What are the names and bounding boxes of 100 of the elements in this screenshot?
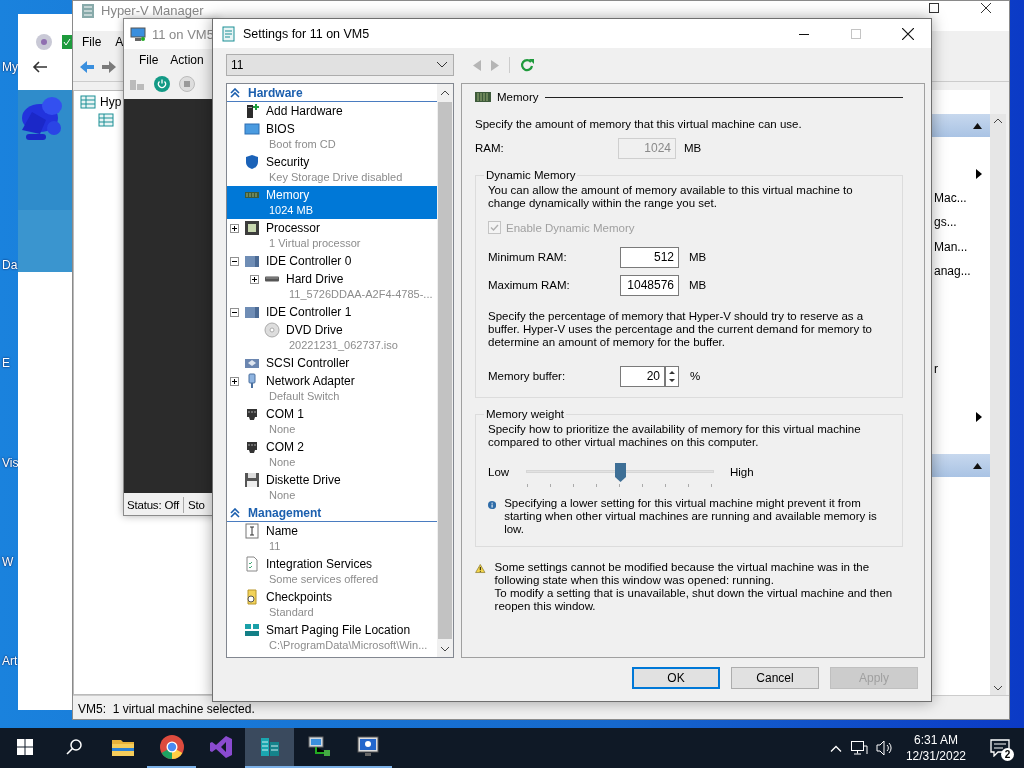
actions-pane-entry[interactable]: gs... bbox=[934, 215, 957, 230]
input-field[interactable]: 512 bbox=[620, 246, 679, 268]
item-title: Name bbox=[266, 524, 298, 538]
item-detail: None bbox=[268, 423, 297, 437]
slider-track[interactable] bbox=[526, 463, 714, 489]
chevron-up-icon[interactable] bbox=[829, 744, 842, 752]
description: You can allow the amount of memory available to this virtual machine to change dynamically within the range you set. bbox=[488, 184, 854, 210]
window-title: Hyper-V Manager bbox=[101, 3, 204, 18]
tree-item[interactable]: Hyp bbox=[100, 95, 122, 109]
description: Specify how to prioritize the availability of memory for this virtual machine compared to other virtual machines on this computer. bbox=[488, 423, 862, 449]
notification-icon[interactable] bbox=[990, 739, 1010, 757]
refresh-icon[interactable] bbox=[520, 58, 534, 72]
menu-item[interactable]: Action bbox=[170, 53, 204, 67]
dialog-button[interactable]: OK bbox=[632, 667, 720, 689]
chevron-down-icon bbox=[437, 62, 447, 68]
computer-icon bbox=[130, 26, 146, 42]
desktop-icon-label: Art bbox=[2, 654, 18, 668]
tree-item[interactable]: IDE Controller 0 bbox=[227, 252, 437, 270]
tree-item[interactable]: Memory 1024 MB bbox=[227, 186, 437, 219]
section-header[interactable]: Hardware bbox=[227, 84, 437, 102]
input-field[interactable]: 20 bbox=[620, 365, 665, 387]
field-label: Minimum RAM: bbox=[488, 251, 568, 263]
unit-label: MB bbox=[689, 251, 707, 263]
actions-header[interactable] bbox=[929, 114, 990, 137]
tree-item[interactable]: COM 2 None bbox=[227, 438, 437, 471]
tree-item[interactable]: Network Adapter Default Switch bbox=[227, 372, 437, 405]
dialog-button[interactable]: Cancel bbox=[731, 667, 819, 689]
item-detail: Boot from CD bbox=[268, 138, 336, 152]
menu-item[interactable]: File bbox=[82, 35, 102, 49]
tree-item[interactable]: Hard Drive 11_5726DDAA-A2F4-4785-... bbox=[227, 270, 437, 303]
submenu-arrow-icon bbox=[976, 412, 982, 423]
item-title: BIOS bbox=[266, 122, 295, 136]
computer-plus-icon bbox=[244, 103, 260, 119]
close-icon[interactable] bbox=[981, 3, 991, 13]
screen-icon bbox=[244, 121, 260, 137]
tree-item[interactable]: Processor 1 Virtual processor bbox=[227, 219, 437, 252]
scrollbar[interactable] bbox=[990, 114, 1006, 695]
warning-text: To modify a setting that is unavailable, shut down the virtual machine and then reopen this window. bbox=[494, 587, 894, 613]
chevron-up-icon bbox=[441, 89, 449, 95]
expand-box-icon[interactable] bbox=[250, 274, 259, 284]
network-icon[interactable] bbox=[849, 740, 868, 756]
volume-icon[interactable] bbox=[875, 740, 894, 756]
tree-item[interactable]: IDE Controller 1 bbox=[227, 303, 437, 321]
close-icon[interactable] bbox=[902, 27, 914, 40]
item-title: IDE Controller 0 bbox=[266, 254, 352, 268]
actions-pane-entry[interactable]: Man... bbox=[934, 239, 968, 254]
tree-item[interactable]: COM 1 None bbox=[227, 405, 437, 438]
actions-header[interactable] bbox=[929, 454, 990, 478]
tree-item[interactable]: Diskette Drive None bbox=[227, 471, 437, 504]
tree-item[interactable]: Security Key Storage Drive disabled bbox=[227, 153, 437, 186]
tree-item[interactable]: Smart Paging File Location C:\ProgramData\Microsoft\Win... bbox=[227, 621, 437, 654]
field-label: Memory buffer: bbox=[488, 370, 567, 382]
tree-item[interactable]: DVD Drive 20221231_062737.iso bbox=[227, 321, 437, 354]
tree-item[interactable]: Integration Services Some services offered bbox=[227, 555, 437, 588]
expand-box-icon[interactable] bbox=[230, 223, 239, 233]
tree-item[interactable]: Checkpoints Standard bbox=[227, 588, 437, 621]
windows-logo-icon bbox=[16, 739, 33, 755]
back-icon[interactable] bbox=[79, 60, 95, 74]
scrollbar-thumb[interactable] bbox=[438, 102, 452, 639]
tree-item[interactable]: BIOS Boot from CD bbox=[227, 120, 437, 153]
power-icon[interactable] bbox=[154, 76, 170, 92]
spinner-arrows-icon[interactable] bbox=[665, 365, 679, 387]
chevron-up-icon bbox=[994, 118, 1002, 123]
item-detail: Standard bbox=[268, 606, 315, 620]
slider-thumb[interactable] bbox=[615, 463, 626, 482]
item-title: Add Hardware bbox=[266, 104, 343, 118]
collapse-box-icon[interactable] bbox=[230, 307, 239, 317]
item-title: Smart Paging File Location bbox=[266, 623, 411, 637]
item-title: Checkpoints bbox=[266, 590, 333, 604]
item-detail: Key Storage Drive disabled bbox=[268, 171, 403, 185]
vm-dropdown[interactable]: 11 bbox=[226, 54, 454, 76]
collapse-arrow-icon bbox=[973, 462, 982, 469]
forward-icon[interactable] bbox=[101, 60, 117, 74]
maximize-icon[interactable] bbox=[929, 3, 939, 13]
item-title: COM 1 bbox=[266, 407, 304, 421]
collapse-box-icon[interactable] bbox=[230, 256, 239, 266]
tree-item[interactable]: SCSI Controller bbox=[227, 354, 437, 372]
menu-item[interactable]: A bbox=[115, 35, 124, 49]
back-arrow-icon[interactable] bbox=[32, 60, 48, 74]
item-title: Network Adapter bbox=[266, 374, 355, 388]
port-icon bbox=[244, 406, 260, 422]
unit-label: MB bbox=[684, 142, 702, 154]
expand-box-icon[interactable] bbox=[230, 376, 239, 386]
desktop-icon-label: W bbox=[2, 555, 14, 569]
section-header[interactable]: Management bbox=[227, 504, 437, 522]
scrollbar[interactable] bbox=[437, 84, 453, 657]
actions-pane-entry[interactable]: r bbox=[934, 361, 938, 376]
tree-item[interactable]: Add Hardware bbox=[227, 102, 437, 120]
input-field[interactable]: 1048576 bbox=[620, 274, 679, 296]
item-title: Security bbox=[266, 155, 310, 169]
actions-pane-entry[interactable]: Mac... bbox=[934, 190, 967, 205]
window-title: Settings for 11 on VM5 bbox=[243, 26, 370, 41]
item-title: Integration Services bbox=[266, 557, 373, 571]
tree-item[interactable]: Name 11 bbox=[227, 522, 437, 555]
notification-count: 2 bbox=[1001, 748, 1014, 761]
item-detail: 11_5726DDAA-A2F4-4785-... bbox=[288, 288, 433, 302]
item-title: COM 2 bbox=[266, 440, 304, 454]
clock[interactable]: 6:31 AM 12/31/2022 bbox=[905, 732, 966, 764]
menu-item[interactable]: File bbox=[139, 53, 159, 67]
actions-pane-entry[interactable]: anag... bbox=[934, 264, 971, 279]
